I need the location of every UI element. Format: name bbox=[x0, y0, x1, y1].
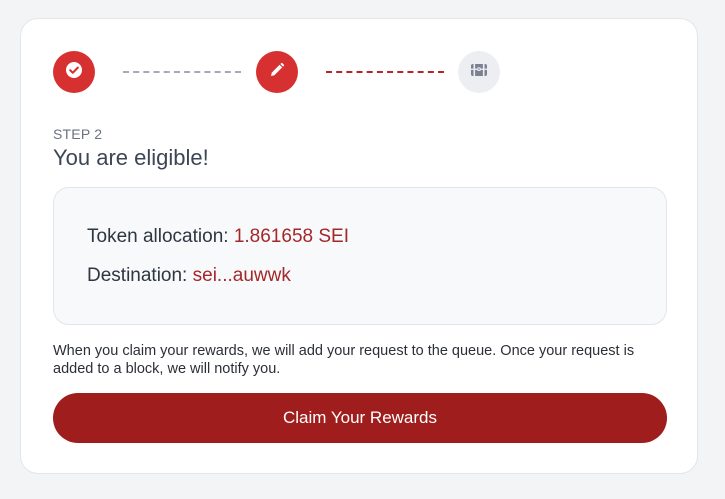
treasure-chest-icon bbox=[470, 62, 488, 83]
step-connector-1 bbox=[123, 71, 241, 73]
step-3-indicator bbox=[458, 51, 500, 93]
pencil-icon bbox=[268, 61, 286, 84]
destination-row: Destination: sei...auwwk bbox=[87, 265, 291, 287]
token-allocation-value: 1.861658 SEI bbox=[233, 226, 349, 247]
check-circle-icon bbox=[65, 61, 83, 84]
token-allocation-row: Token allocation: 1.861658 SEI bbox=[87, 226, 349, 248]
step-2-indicator bbox=[256, 51, 298, 93]
step-title: You are eligible! bbox=[53, 145, 209, 170]
step-connector-2 bbox=[326, 71, 444, 73]
claim-card: STEP 2 You are eligible! Token allocatio… bbox=[20, 18, 698, 474]
token-allocation-label: Token allocation: bbox=[87, 226, 229, 247]
step-number-label: STEP 2 bbox=[53, 126, 103, 142]
allocation-panel: Token allocation: 1.861658 SEI Destinati… bbox=[53, 187, 667, 325]
claim-description: When you claim your rewards, we will add… bbox=[53, 343, 635, 377]
step-1-indicator bbox=[53, 51, 95, 93]
claim-rewards-button[interactable]: Claim Your Rewards bbox=[53, 393, 667, 443]
destination-label: Destination: bbox=[87, 265, 188, 286]
progress-stepper bbox=[53, 51, 513, 93]
destination-value: sei...auwwk bbox=[192, 265, 291, 286]
